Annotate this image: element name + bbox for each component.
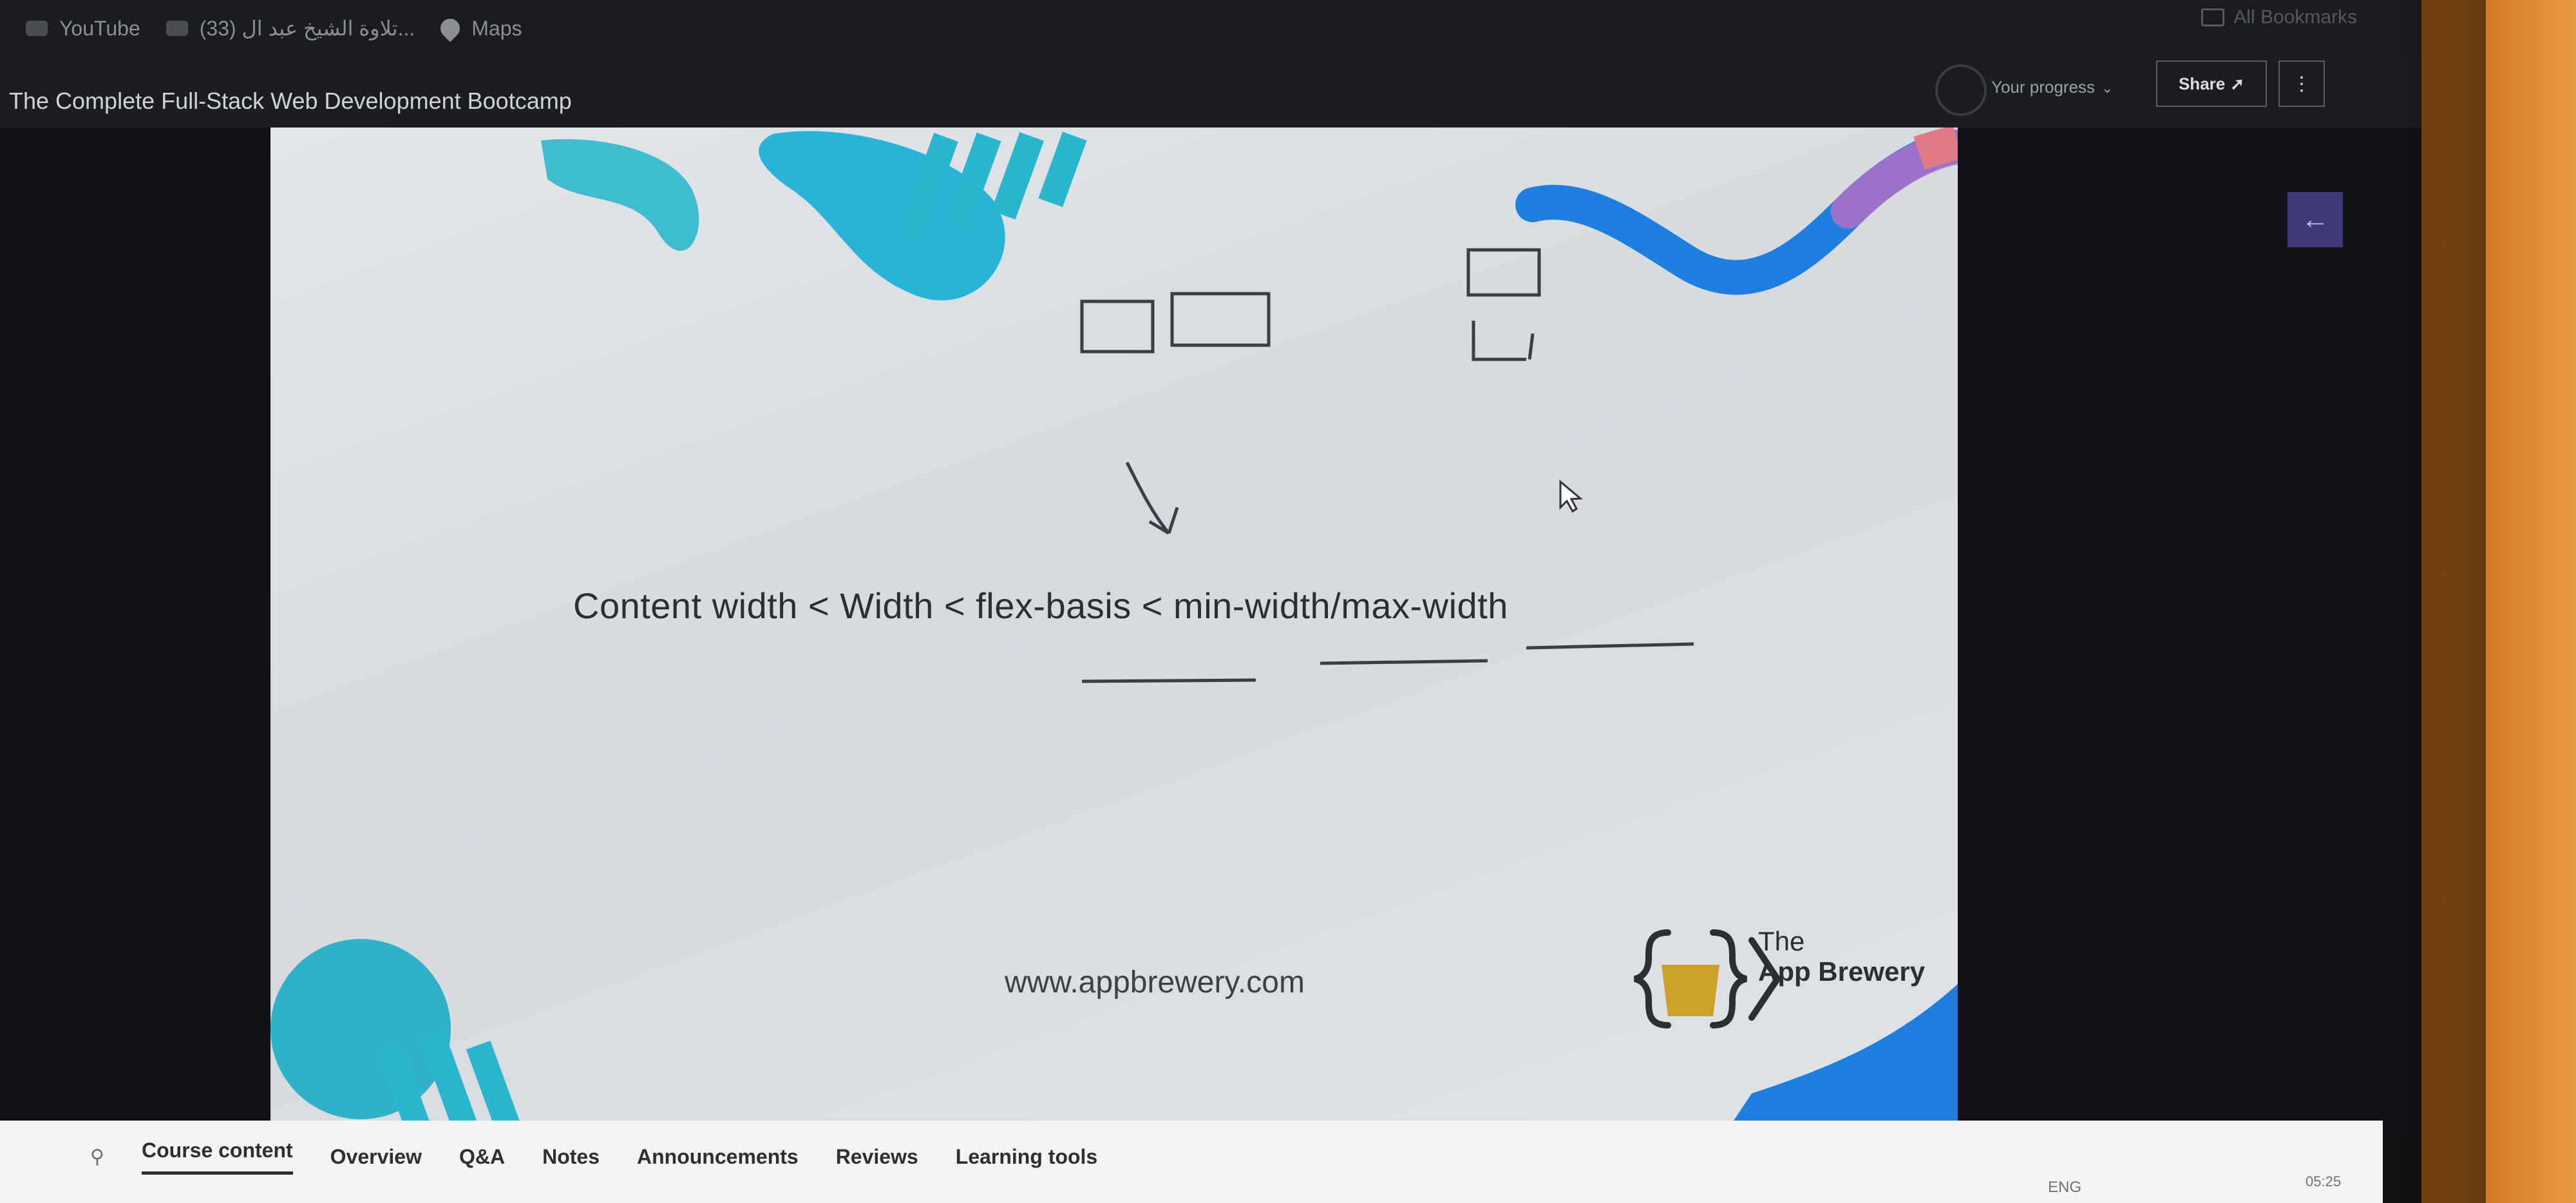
share-arrow-icon: ➚ [2230, 73, 2245, 93]
more-options-button[interactable]: ⋮ [2278, 61, 2325, 107]
slide-formula: Content width < Width < flex-basis < min… [573, 585, 1508, 626]
sidebar-toggle-button[interactable]: ← [2287, 192, 2343, 247]
folder-icon [2201, 8, 2225, 26]
tab-notes[interactable]: Notes [542, 1145, 600, 1169]
tab-reviews[interactable]: Reviews [836, 1145, 918, 1169]
search-icon[interactable]: ⚲ [90, 1146, 104, 1168]
share-button[interactable]: Share ➚ [2156, 61, 2267, 107]
brand-line-2: App Brewery [1758, 956, 1926, 987]
your-progress-dropdown[interactable]: Your progress ⌄ [1991, 77, 2113, 97]
language-indicator[interactable]: ENG [2048, 1179, 2081, 1197]
tab-overview[interactable]: Overview [330, 1145, 422, 1169]
all-bookmarks-label: All Bookmarks [2233, 6, 2357, 28]
bookmark-label: YouTube [59, 16, 140, 40]
course-title[interactable]: The Complete Full-Stack Web Development … [9, 88, 572, 115]
your-progress-label: Your progress [1991, 77, 2095, 97]
lecture-slide: Content width < Width < flex-basis < min… [270, 128, 1958, 1132]
screen: YouTube (33) تلاوة الشيخ عبد ال... Maps … [0, 0, 2421, 1203]
bookmark-recitation[interactable]: (33) تلاوة الشيخ عبد ال... [166, 16, 415, 41]
clock[interactable]: 05:25 [2306, 1173, 2341, 1190]
tab-learning-tools[interactable]: Learning tools [956, 1145, 1097, 1169]
brand-line-1: The [1758, 926, 1805, 956]
progress-ring-icon[interactable] [1935, 64, 1987, 116]
app-brewery-logo: The App Brewery [1758, 926, 1925, 987]
share-label: Share [2178, 73, 2226, 93]
video-player[interactable]: Content width < Width < flex-basis < min… [0, 128, 2421, 1132]
bookmark-maps[interactable]: Maps [437, 14, 522, 43]
tab-course-content[interactable]: Course content [141, 1139, 293, 1175]
course-tabs-bar: ⚲ Course content Overview Q&A Notes Anno… [0, 1121, 2383, 1203]
tab-announcements[interactable]: Announcements [637, 1145, 799, 1169]
video-icon [166, 21, 188, 36]
chevron-down-icon: ⌄ [2101, 80, 2114, 96]
bookmarks-bar: YouTube (33) تلاوة الشيخ عبد ال... Maps … [0, 0, 2421, 57]
bookmark-label: Maps [471, 16, 522, 40]
youtube-icon [26, 21, 48, 36]
tab-qa[interactable]: Q&A [459, 1145, 505, 1169]
bookmark-youtube[interactable]: YouTube [26, 17, 140, 41]
all-bookmarks[interactable]: All Bookmarks [2201, 6, 2357, 28]
monitor-edge [2396, 0, 2486, 1203]
course-header: The Complete Full-Stack Web Development … [0, 57, 2421, 129]
tab-list: ⚲ Course content Overview Q&A Notes Anno… [90, 1139, 1097, 1175]
slide-url: www.appbrewery.com [1005, 965, 1305, 999]
arrow-left-icon: ← [2301, 204, 2329, 235]
maps-pin-icon [437, 14, 464, 43]
bookmark-label: (33) تلاوة الشيخ عبد ال... [199, 17, 415, 40]
more-vertical-icon: ⋮ [2292, 73, 2311, 95]
